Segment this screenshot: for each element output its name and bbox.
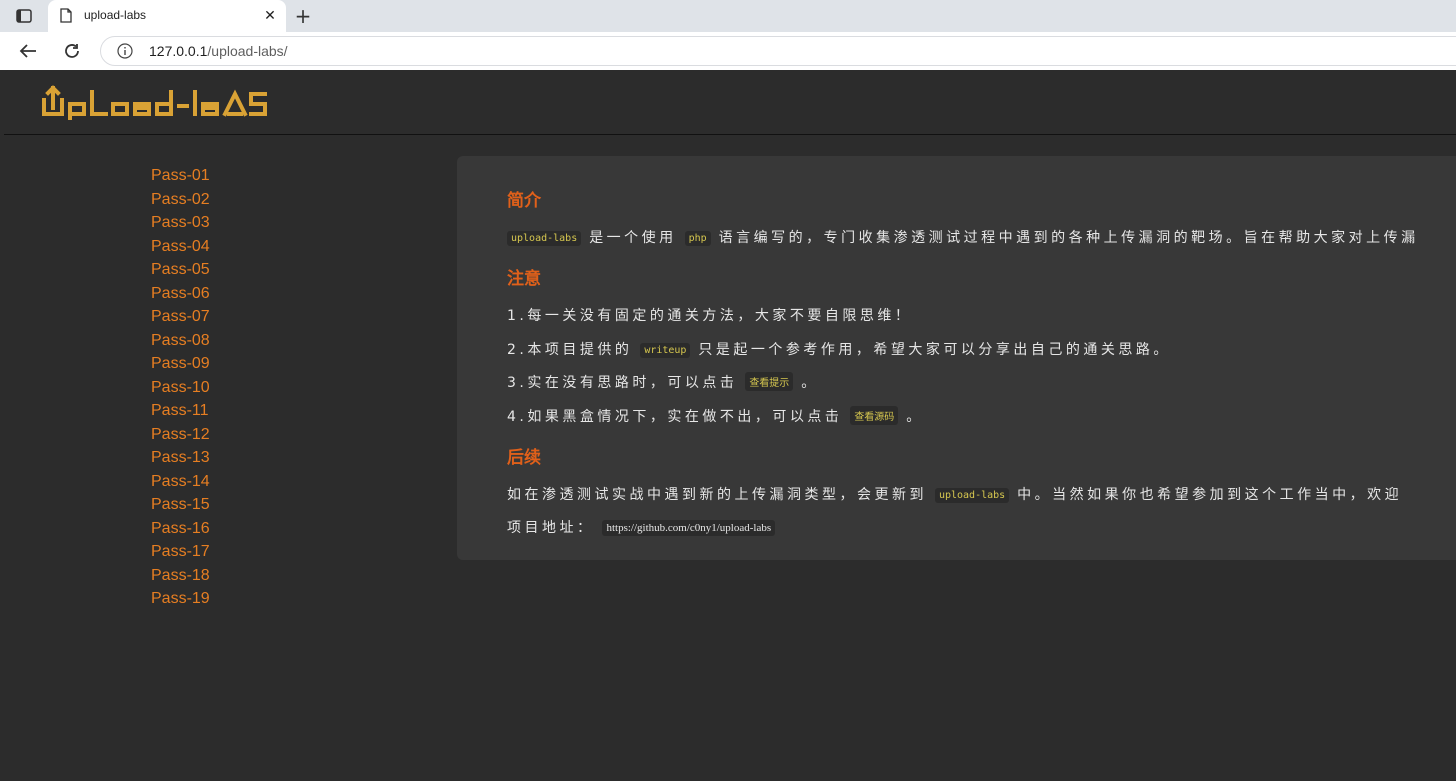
sidebar-item-pass-16[interactable]: Pass-16 xyxy=(151,517,210,541)
sidebar-item-pass-01[interactable]: Pass-01 xyxy=(151,164,210,188)
note-line-3-b: 。 xyxy=(801,375,819,391)
note-line-4-b: 。 xyxy=(906,409,924,425)
sidebar-item-pass-04[interactable]: Pass-04 xyxy=(151,235,210,259)
show-source-link[interactable]: 查看源码 xyxy=(850,406,899,425)
sidebar-item-pass-13[interactable]: Pass-13 xyxy=(151,446,210,470)
code-upload-labs-2: upload-labs xyxy=(934,488,1010,503)
tab-title: upload-labs xyxy=(84,8,147,22)
url-host: 127.0.0.1 xyxy=(149,43,208,59)
followup-line-1-b: 中。当然如果你也希望参加到这个工作当中，欢迎 xyxy=(1017,487,1403,503)
project-github-link[interactable]: https://github.com/c0ny1/upload-labs xyxy=(602,520,776,536)
sidebar-item-pass-03[interactable]: Pass-03 xyxy=(151,211,210,235)
sidebar-item-pass-15[interactable]: Pass-15 xyxy=(151,493,210,517)
sidebar-item-pass-12[interactable]: Pass-12 xyxy=(151,423,210,447)
url-text: 127.0.0.1/upload-labs/ xyxy=(149,43,288,59)
page-viewport: Pass-01 Pass-02 Pass-03 Pass-04 Pass-05 … xyxy=(4,70,1456,781)
close-icon[interactable]: ✕ xyxy=(260,6,280,26)
code-writeup: writeup xyxy=(640,343,691,358)
sidebar-item-pass-09[interactable]: Pass-09 xyxy=(151,352,210,376)
sidebar-item-pass-06[interactable]: Pass-06 xyxy=(151,282,210,306)
project-address-label: 项目地址： xyxy=(507,520,595,536)
pass-list: Pass-01 Pass-02 Pass-03 Pass-04 Pass-05 … xyxy=(151,164,210,611)
address-bar[interactable]: 127.0.0.1/upload-labs/ xyxy=(100,36,1456,66)
sidebar-item-pass-19[interactable]: Pass-19 xyxy=(151,587,210,611)
show-hint-link[interactable]: 查看提示 xyxy=(745,372,794,391)
back-arrow-icon[interactable] xyxy=(14,37,42,65)
notes-heading: 注意 xyxy=(507,269,541,289)
note-line-4: 4.如果黑盒情况下，实在做不出，可以点击 查看源码 。 xyxy=(507,406,924,426)
sidebar-item-pass-14[interactable]: Pass-14 xyxy=(151,470,210,494)
followup-line-1: 如在渗透测试实战中遇到新的上传漏洞类型，会更新到 upload-labs 中。当… xyxy=(507,484,1402,504)
followup-heading: 后续 xyxy=(507,448,541,468)
followup-line-1-a: 如在渗透测试实战中遇到新的上传漏洞类型，会更新到 xyxy=(507,487,927,503)
sidebar-item-pass-07[interactable]: Pass-07 xyxy=(151,305,210,329)
code-php: php xyxy=(684,231,711,246)
note-line-2: 2.本项目提供的 writeup 只是起一个参考作用，希望大家可以分享出自己的通… xyxy=(507,339,1171,359)
reload-icon[interactable] xyxy=(58,37,86,65)
sidebar-item-pass-18[interactable]: Pass-18 xyxy=(151,564,210,588)
project-address-line: 项目地址： https://github.com/c0ny1/upload-la… xyxy=(507,517,776,537)
note-line-2-a: 2.本项目提供的 xyxy=(507,342,633,358)
intro-text: upload-labs 是一个使用 php 语言编写的，专门收集渗透测试过程中遇… xyxy=(507,227,1419,247)
new-tab-button[interactable]: + xyxy=(290,4,316,28)
code-upload-labs: upload-labs xyxy=(507,231,582,246)
note-line-4-a: 4.如果黑盒情况下，实在做不出，可以点击 xyxy=(507,409,843,425)
site-logo[interactable] xyxy=(40,82,270,128)
browser-tab-active[interactable]: upload-labs ✕ xyxy=(48,0,286,32)
url-path: /upload-labs/ xyxy=(207,43,288,59)
sidebar-item-pass-08[interactable]: Pass-08 xyxy=(151,329,210,353)
sidebar-item-pass-17[interactable]: Pass-17 xyxy=(151,540,210,564)
intro-panel: 简介 upload-labs 是一个使用 php 语言编写的，专门收集渗透测试过… xyxy=(457,156,1456,560)
sidebar-item-pass-05[interactable]: Pass-05 xyxy=(151,258,210,282)
note-line-2-b: 只是起一个参考作用，希望大家可以分享出自己的通关思路。 xyxy=(698,342,1171,358)
tab-actions-icon[interactable] xyxy=(8,5,40,27)
site-header xyxy=(4,70,1456,135)
intro-text-part1: 是一个使用 xyxy=(589,230,677,246)
note-line-3: 3.实在没有思路时，可以点击 查看提示 。 xyxy=(507,372,819,392)
sidebar-item-pass-10[interactable]: Pass-10 xyxy=(151,376,210,400)
sidebar-item-pass-02[interactable]: Pass-02 xyxy=(151,188,210,212)
site-info-icon[interactable] xyxy=(117,43,133,63)
browser-toolbar: 127.0.0.1/upload-labs/ xyxy=(0,32,1456,70)
sidebar-item-pass-11[interactable]: Pass-11 xyxy=(151,399,210,423)
note-line-1: 1.每一关没有固定的通关方法，大家不要自限思维！ xyxy=(507,308,913,324)
note-line-3-a: 3.实在没有思路时，可以点击 xyxy=(507,375,738,391)
intro-text-part2: 语言编写的，专门收集渗透测试过程中遇到的各种上传漏洞的靶场。旨在帮助大家对上传漏 xyxy=(718,230,1419,246)
page-icon xyxy=(60,8,72,27)
intro-heading: 简介 xyxy=(507,191,541,211)
browser-tabstrip: upload-labs ✕ + xyxy=(0,0,1456,32)
